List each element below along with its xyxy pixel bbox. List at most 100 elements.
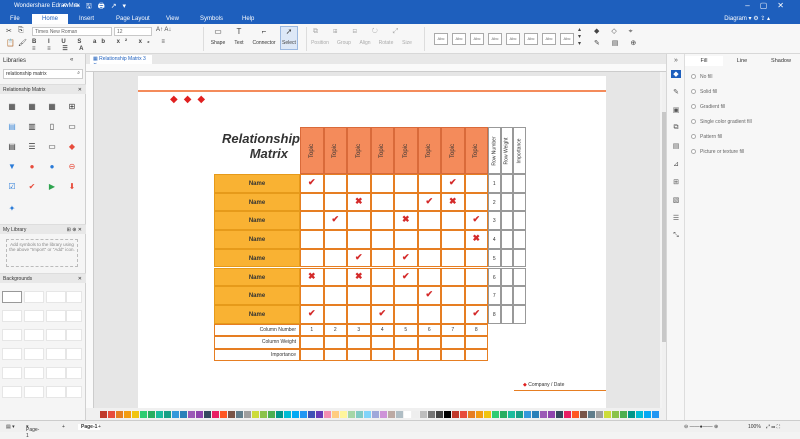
check-mark-icon[interactable]: ✔ — [300, 177, 324, 196]
menu-home[interactable]: Home — [32, 14, 68, 24]
paste-icon[interactable]: 📋 — [6, 39, 15, 47]
style-preset-6[interactable]: Abc — [524, 33, 538, 45]
matrix-cell[interactable] — [370, 230, 394, 249]
color-swatch[interactable] — [612, 411, 619, 418]
tab-fill[interactable]: Fill — [685, 56, 723, 66]
effect-icons[interactable]: ✎ ▤ ⊕ — [594, 39, 641, 47]
matrix-cell[interactable] — [323, 348, 347, 362]
background-thumb[interactable] — [24, 310, 44, 322]
matrix-cell[interactable] — [300, 211, 324, 231]
color-swatch[interactable] — [284, 411, 291, 418]
color-swatch[interactable] — [644, 411, 651, 418]
color-swatch[interactable] — [404, 411, 411, 418]
diagram-menu[interactable]: Diagram ▾ ⚙ ⇪ ▴ — [724, 15, 770, 22]
window-controls[interactable]: –▢✕ — [745, 1, 794, 10]
symbol-matrix-5[interactable]: ▤ — [2, 118, 22, 134]
color-swatch[interactable] — [268, 411, 275, 418]
align-label[interactable]: Align — [357, 40, 373, 46]
collapse-icon[interactable]: « — [70, 57, 73, 63]
topic-header[interactable]: Topic — [347, 127, 371, 174]
text-format-icons[interactable]: B I U S ab x² x₂ ≡ ≡ ≡ ☰ A — [32, 39, 182, 52]
color-swatch[interactable] — [124, 411, 131, 418]
background-thumb[interactable] — [46, 291, 66, 303]
color-swatch[interactable] — [468, 411, 475, 418]
color-swatch[interactable] — [204, 411, 211, 418]
color-swatch[interactable] — [140, 411, 147, 418]
cross-mark-icon[interactable]: ✖ — [347, 271, 371, 290]
group-label[interactable]: Group — [335, 40, 353, 46]
symbol-matrix-8[interactable]: ☰ — [22, 138, 42, 154]
matrix-cell[interactable] — [464, 286, 488, 305]
row-name-cell[interactable]: Name — [214, 174, 300, 193]
matrix-cell[interactable] — [300, 348, 324, 362]
matrix-cell[interactable] — [417, 230, 441, 249]
tab-shadow[interactable]: Shadow — [761, 56, 800, 66]
background-thumb[interactable] — [66, 310, 82, 322]
color-swatch[interactable] — [108, 411, 115, 418]
symbol-checkbox[interactable]: ☑ — [2, 178, 22, 194]
matrix-cell[interactable] — [370, 192, 394, 212]
check-mark-icon[interactable]: ✔ — [324, 214, 348, 233]
check-mark-icon[interactable]: ✔ — [418, 196, 442, 215]
color-swatch[interactable] — [316, 411, 323, 418]
color-swatch[interactable] — [500, 411, 507, 418]
color-swatch[interactable] — [292, 411, 299, 418]
matrix-cell[interactable] — [370, 267, 394, 287]
color-swatch[interactable] — [372, 411, 379, 418]
style-preset-8[interactable]: Abc — [560, 33, 574, 45]
topic-header[interactable]: Topic — [323, 127, 347, 174]
topic-header[interactable]: Topic — [441, 127, 465, 174]
topic-header[interactable]: Topic — [300, 127, 324, 174]
symbol-matrix-4[interactable]: ⊞ — [62, 98, 82, 114]
matrix-cell[interactable] — [394, 336, 418, 349]
color-swatch[interactable] — [356, 411, 363, 418]
background-thumb[interactable] — [66, 348, 82, 360]
radio-icon[interactable] — [691, 89, 696, 95]
background-thumb[interactable] — [2, 291, 22, 303]
color-swatch[interactable] — [516, 411, 523, 418]
topic-header[interactable]: Topic — [370, 127, 394, 174]
background-thumb[interactable] — [2, 386, 22, 398]
matrix-cell[interactable] — [464, 267, 488, 287]
fit-icon[interactable]: ⤢ ▭ ⛶ — [766, 424, 780, 430]
style-preset-3[interactable]: Abc — [470, 33, 484, 45]
cross-mark-icon[interactable]: ✖ — [394, 214, 418, 233]
page-layout-icon[interactable]: ▤ ▾ — [6, 424, 15, 430]
color-swatch[interactable] — [364, 411, 371, 418]
check-mark-icon[interactable]: ✔ — [300, 308, 324, 327]
color-swatch[interactable] — [260, 411, 267, 418]
symbol-matrix-7[interactable]: ▤ — [2, 138, 22, 154]
radio-icon[interactable] — [691, 134, 696, 140]
symbol-triangle-down[interactable]: ▼ — [2, 158, 22, 174]
matrix-cell[interactable] — [394, 348, 418, 362]
check-mark-icon[interactable]: ✔ — [441, 177, 465, 196]
option-solid-fill[interactable]: Solid fill — [691, 89, 717, 95]
color-swatch[interactable] — [460, 411, 467, 418]
font-family-select[interactable]: Times New Roman — [32, 27, 112, 36]
check-mark-icon[interactable]: ✔ — [347, 252, 371, 271]
matrix-cell[interactable] — [394, 304, 418, 324]
color-swatch[interactable] — [172, 411, 179, 418]
matrix-cell[interactable] — [417, 348, 441, 362]
matrix-cell[interactable] — [417, 174, 441, 193]
row-name-cell[interactable]: Name — [214, 304, 300, 324]
symbol-rect[interactable]: ▭ — [42, 138, 62, 154]
option-single-gradient[interactable]: Single color gradient fill — [691, 119, 752, 125]
copy-icon[interactable]: ⎘ — [18, 27, 24, 35]
color-swatch[interactable] — [100, 411, 107, 418]
color-swatch[interactable] — [164, 411, 171, 418]
library-search-input[interactable]: relationship matrix ⌕ — [3, 69, 83, 79]
cross-mark-icon[interactable]: ✖ — [300, 271, 324, 290]
page-icon[interactable]: ▤ — [671, 142, 681, 150]
shape-tool-icon[interactable]: ▭ — [210, 27, 226, 36]
background-thumb[interactable] — [66, 367, 82, 379]
cross-mark-icon[interactable]: ✖ — [347, 196, 371, 215]
color-swatch[interactable] — [508, 411, 515, 418]
section-relationship-matrix[interactable]: Relationship Matrix ✕ — [0, 84, 86, 94]
color-swatch[interactable] — [476, 411, 483, 418]
radio-icon[interactable] — [691, 104, 696, 110]
section-my-library[interactable]: My Library ⊞ ⊕ ✕ — [0, 224, 86, 234]
matrix-cell[interactable] — [347, 336, 371, 349]
matrix-cell[interactable] — [370, 248, 394, 268]
matrix-cell[interactable] — [464, 174, 488, 193]
